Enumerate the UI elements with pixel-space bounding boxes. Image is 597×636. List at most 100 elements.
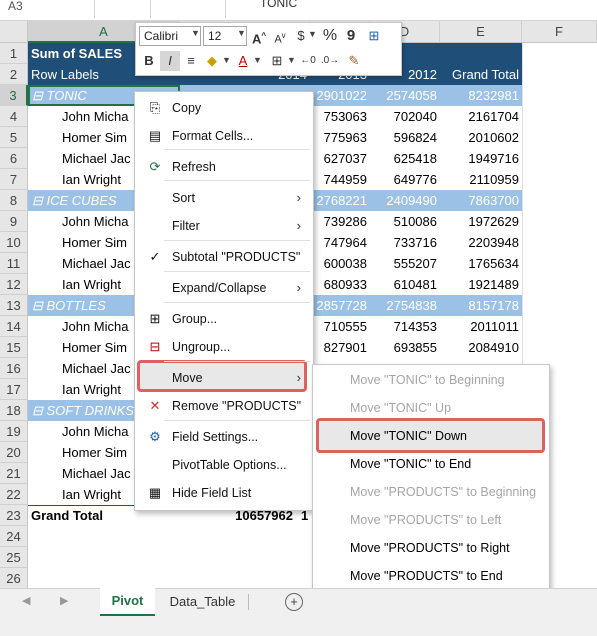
row-header-22[interactable]: 22 [0, 484, 28, 505]
value-cell[interactable]: 2203948 [440, 232, 522, 253]
row-header-2[interactable]: 2 [0, 64, 28, 85]
value-cell[interactable]: 714353 [370, 316, 440, 337]
row-header-3[interactable]: 3 [0, 85, 28, 106]
value-cell[interactable]: 753063 [310, 106, 370, 127]
menu-item-subtotal[interactable]: ✓ Subtotal "PRODUCTS" [135, 243, 311, 271]
value-cell[interactable]: 600038 [310, 253, 370, 274]
value-cell[interactable]: 1949716 [440, 148, 522, 169]
italic-button[interactable]: I [160, 51, 180, 71]
value-cell[interactable]: 775963 [310, 127, 370, 148]
row-header-6[interactable]: 6 [0, 148, 28, 169]
format-table-icon[interactable]: ⊞ [364, 26, 384, 46]
menu-item-filter[interactable]: Filter › [135, 212, 311, 240]
row-labels-header[interactable]: Row Labels [31, 64, 99, 85]
row-header-19[interactable]: 19 [0, 421, 28, 442]
menu-item-pivottable-options[interactable]: PivotTable Options... [135, 451, 311, 479]
value-cell[interactable]: 702040 [370, 106, 440, 127]
menu-item-copy[interactable]: ⎘ Copy [135, 94, 311, 122]
collapse-icon[interactable]: ⊟ [32, 298, 47, 313]
collapse-icon[interactable]: ⊟ [32, 403, 47, 418]
column-header-e[interactable]: E [440, 21, 522, 43]
menu-item-refresh[interactable]: ⟳ Refresh [135, 153, 311, 181]
chevron-down-icon[interactable]: ▼ [308, 29, 317, 39]
chevron-down-icon[interactable]: ▼ [253, 55, 262, 65]
row-header-14[interactable]: 14 [0, 316, 28, 337]
value-cell[interactable]: 596824 [370, 127, 440, 148]
menu-item-move[interactable]: Move › [135, 364, 311, 392]
decrease-font-icon[interactable]: Av [270, 26, 290, 46]
row-header-8[interactable]: 8 [0, 190, 28, 211]
row-header-13[interactable]: 13 [0, 295, 28, 316]
value-cell[interactable]: 555207 [370, 253, 440, 274]
menu-item-hide-field-list[interactable]: ▦ Hide Field List [135, 479, 311, 507]
group-label[interactable]: ⊟ SOFT DRINKS [32, 400, 134, 421]
chevron-down-icon[interactable]: ▼ [287, 55, 296, 65]
value-cell[interactable]: 510086 [370, 211, 440, 232]
chevron-down-icon[interactable]: ▼ [222, 55, 231, 65]
value-cell[interactable]: 1765634 [440, 253, 522, 274]
row-header-1[interactable]: 1 [0, 43, 28, 64]
row-header-5[interactable]: 5 [0, 127, 28, 148]
menu-item-field-settings[interactable]: ⚙ Field Settings... [135, 423, 311, 451]
value-cell[interactable]: 733716 [370, 232, 440, 253]
select-all-corner[interactable] [0, 21, 28, 43]
increase-decimal-icon[interactable]: ←0 [298, 51, 318, 71]
menu-item-sort[interactable]: Sort › [135, 184, 311, 212]
comma-style-button[interactable]: 9 [341, 26, 361, 46]
align-icon[interactable]: ≡ [181, 51, 201, 71]
value-cell[interactable]: 1921489 [440, 274, 522, 295]
percent-style-button[interactable]: % [320, 26, 340, 46]
row-header-21[interactable]: 21 [0, 463, 28, 484]
value-cell[interactable]: 1972629 [440, 211, 522, 232]
value-cell[interactable]: 610481 [370, 274, 440, 295]
menu-item-group[interactable]: ⊞ Group... [135, 305, 311, 333]
value-cell[interactable]: 680933 [310, 274, 370, 295]
font-color-icon[interactable]: A [233, 51, 253, 71]
sheet-tab-pivot[interactable]: Pivot [100, 588, 155, 616]
submenu-item-7[interactable]: Move "PRODUCTS" to End [313, 562, 547, 590]
value-cell[interactable]: 625418 [370, 148, 440, 169]
value-cell[interactable]: 2110959 [440, 169, 522, 190]
value-cell[interactable]: 710555 [310, 316, 370, 337]
value-cell[interactable]: 827901 [310, 337, 370, 358]
decrease-decimal-icon[interactable]: .0→ [320, 51, 340, 71]
row-header-17[interactable]: 17 [0, 379, 28, 400]
value-cell[interactable]: 739286 [310, 211, 370, 232]
scroll-left-icon[interactable]: ◀ [22, 594, 30, 607]
value-cell[interactable]: 2161704 [440, 106, 522, 127]
sheet-tab-data-table[interactable]: Data_Table [160, 589, 245, 615]
submenu-item-2[interactable]: Move "TONIC" Down [313, 422, 547, 450]
column-header-f[interactable]: F [522, 21, 597, 43]
formula-input[interactable]: TONIC [260, 0, 297, 10]
row-header-25[interactable]: 25 [0, 547, 28, 568]
chevron-down-icon[interactable]: ▼ [237, 28, 246, 38]
menu-item-format-cells[interactable]: ▤ Format Cells... [135, 122, 311, 150]
value-cell[interactable]: 693855 [370, 337, 440, 358]
value-cell[interactable]: 2011011 [440, 316, 522, 337]
row-header-18[interactable]: 18 [0, 400, 28, 421]
row-header-11[interactable]: 11 [0, 253, 28, 274]
row-header-4[interactable]: 4 [0, 106, 28, 127]
menu-item-ungroup[interactable]: ⊟ Ungroup... [135, 333, 311, 361]
bold-button[interactable]: B [139, 51, 159, 71]
group-label[interactable]: ⊟ BOTTLES [32, 295, 106, 316]
row-header-12[interactable]: 12 [0, 274, 28, 295]
value-cell[interactable]: 2010602 [440, 127, 522, 148]
name-box[interactable]: A3 [0, 0, 95, 18]
value-cell[interactable]: 627037 [310, 148, 370, 169]
value-cell[interactable]: 649776 [370, 169, 440, 190]
row-header-24[interactable]: 24 [0, 526, 28, 547]
submenu-item-3[interactable]: Move "TONIC" to End [313, 450, 547, 478]
fill-color-icon[interactable]: ◆ [202, 51, 222, 71]
format-painter-icon[interactable]: ✎ [344, 51, 364, 71]
value-cell[interactable]: 744959 [310, 169, 370, 190]
row-header-10[interactable]: 10 [0, 232, 28, 253]
add-sheet-button[interactable]: + [285, 593, 303, 611]
row-header-16[interactable]: 16 [0, 358, 28, 379]
row-header-26[interactable]: 26 [0, 568, 28, 589]
row-header-23[interactable]: 23 [0, 505, 28, 526]
menu-item-remove[interactable]: ✕ Remove "PRODUCTS" [135, 392, 311, 420]
increase-font-icon[interactable]: A^ [249, 26, 269, 46]
chevron-down-icon[interactable]: ▼ [191, 28, 200, 38]
row-header-9[interactable]: 9 [0, 211, 28, 232]
